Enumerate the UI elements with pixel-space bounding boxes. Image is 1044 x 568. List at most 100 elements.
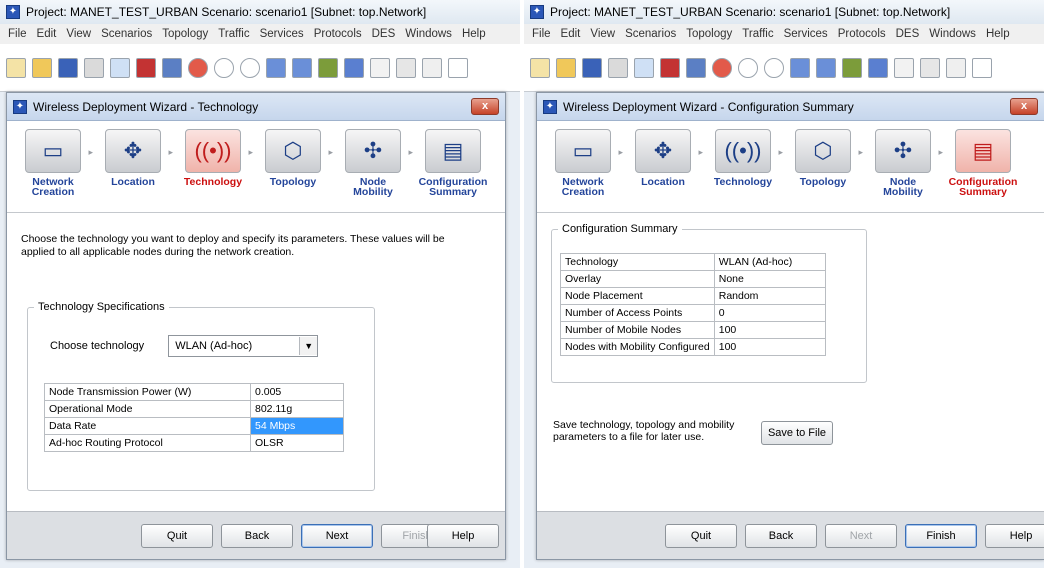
menu-view[interactable]: View	[585, 28, 620, 40]
step-location[interactable]: ✥ ▸ Location	[93, 129, 173, 212]
close-button[interactable]: x	[471, 98, 499, 115]
zoom-in-icon[interactable]	[738, 57, 758, 78]
print-icon[interactable]	[608, 57, 628, 78]
print-icon[interactable]	[84, 57, 104, 78]
menu-des[interactable]: DES	[891, 28, 925, 40]
node-palette-icon[interactable]	[110, 57, 130, 78]
results-icon[interactable]	[686, 57, 706, 78]
chart-icon[interactable]	[946, 57, 966, 78]
zoom-out-icon[interactable]	[764, 57, 784, 78]
node-palette-icon[interactable]	[634, 57, 654, 78]
menu-edit[interactable]: Edit	[556, 28, 586, 40]
pause-icon[interactable]	[972, 57, 992, 78]
chart-icon[interactable]	[422, 57, 442, 78]
step-configuration-summary[interactable]: ▤ Configuration Summary	[943, 129, 1023, 212]
menu-file[interactable]: File	[527, 28, 556, 40]
run-simulation-icon[interactable]	[842, 57, 862, 78]
report-icon[interactable]	[920, 57, 940, 78]
step-node-mobility[interactable]: ✣ ▸ Node Mobility	[333, 129, 413, 212]
fail-node-icon[interactable]	[712, 57, 732, 78]
step-topology[interactable]: ⬡ ▸ Topology	[783, 129, 863, 212]
configure-icon[interactable]	[660, 57, 680, 78]
configure-icon[interactable]	[136, 57, 156, 78]
table-row[interactable]: Ad-hoc Routing Protocol OLSR	[44, 434, 344, 452]
back-button[interactable]: Back	[221, 524, 293, 548]
vne-icon[interactable]	[816, 57, 836, 78]
menu-services[interactable]: Services	[255, 28, 309, 40]
folder-icon[interactable]	[556, 57, 576, 78]
menu-topology[interactable]: Topology	[157, 28, 213, 40]
param-value[interactable]: OLSR	[250, 434, 344, 452]
choose-technology-label: Choose technology	[50, 340, 145, 352]
step-technology[interactable]: ((•)) ▸ Technology	[173, 129, 253, 212]
back-button[interactable]: Back	[745, 524, 817, 548]
open-icon[interactable]	[530, 57, 550, 78]
step-topology[interactable]: ⬡ ▸ Topology	[253, 129, 333, 212]
step-label-line2: Creation	[561, 186, 605, 198]
save-icon[interactable]	[582, 57, 602, 78]
save-to-file-button[interactable]: Save to File	[761, 421, 833, 445]
menu-view[interactable]: View	[61, 28, 96, 40]
menu-file[interactable]: File	[3, 28, 32, 40]
step-network-creation[interactable]: ▭ ▸ Network Creation	[543, 129, 623, 212]
menu-protocols[interactable]: Protocols	[309, 28, 367, 40]
param-value-selected[interactable]: 54 Mbps	[250, 417, 344, 435]
menu-help[interactable]: Help	[981, 28, 1015, 40]
step-technology[interactable]: ((•)) ▸ Technology	[703, 129, 783, 212]
folder-icon[interactable]	[32, 57, 52, 78]
param-value[interactable]: 0.005	[250, 383, 344, 401]
fail-node-icon[interactable]	[188, 57, 208, 78]
wand-icon[interactable]	[894, 57, 914, 78]
technology-select[interactable]: WLAN (Ad-hoc) ▼	[168, 335, 319, 357]
next-button[interactable]: Next	[825, 524, 897, 548]
summary-value: 100	[713, 338, 827, 356]
wizard-steps: ▭ ▸ Network Creation ✥ ▸ Location ((•)) ▸ Te…	[537, 121, 1044, 213]
results-icon[interactable]	[162, 57, 182, 78]
run-simulation-icon[interactable]	[318, 57, 338, 78]
menu-topology[interactable]: Topology	[681, 28, 737, 40]
table-row[interactable]: Node Transmission Power (W) 0.005	[44, 383, 344, 401]
next-button[interactable]: Next	[301, 524, 373, 548]
menu-des[interactable]: DES	[367, 28, 401, 40]
menu-windows[interactable]: Windows	[400, 28, 457, 40]
zoom-in-icon[interactable]	[214, 57, 234, 78]
menu-help[interactable]: Help	[457, 28, 491, 40]
menu-scenarios[interactable]: Scenarios	[620, 28, 681, 40]
table-row[interactable]: Operational Mode 802.11g	[44, 400, 344, 418]
step-label-line2: Summary	[429, 186, 477, 198]
summary-wizard-dialog: ✦ Wireless Deployment Wizard - Configura…	[536, 92, 1044, 560]
quit-button[interactable]: Quit	[141, 524, 213, 548]
step-label: Location	[111, 176, 155, 188]
open-icon[interactable]	[6, 57, 26, 78]
ace-icon[interactable]	[790, 57, 810, 78]
quit-button[interactable]: Quit	[665, 524, 737, 548]
save-icon[interactable]	[58, 57, 78, 78]
report-icon[interactable]	[396, 57, 416, 78]
step-configuration-summary[interactable]: ▤ Configuration Summary	[413, 129, 493, 212]
menu-edit[interactable]: Edit	[32, 28, 62, 40]
zoom-out-icon[interactable]	[240, 57, 260, 78]
menu-protocols[interactable]: Protocols	[833, 28, 891, 40]
finish-button[interactable]: Finish	[905, 524, 977, 548]
help-button[interactable]: Help	[985, 524, 1044, 548]
wizard-button-bar: Quit Back Next Finish Help	[537, 511, 1044, 559]
step-node-mobility[interactable]: ✣ ▸ Node Mobility	[863, 129, 943, 212]
help-button[interactable]: Help	[427, 524, 499, 548]
triangle-icon[interactable]	[344, 57, 364, 78]
vne-icon[interactable]	[292, 57, 312, 78]
menu-services[interactable]: Services	[779, 28, 833, 40]
param-value[interactable]: 802.11g	[250, 400, 344, 418]
chevron-down-icon[interactable]: ▼	[299, 337, 318, 355]
step-network-creation[interactable]: ▭ ▸ Network Creation	[13, 129, 93, 212]
triangle-icon[interactable]	[868, 57, 888, 78]
step-location[interactable]: ✥ ▸ Location	[623, 129, 703, 212]
ace-icon[interactable]	[266, 57, 286, 78]
close-button[interactable]: x	[1010, 98, 1038, 115]
wand-icon[interactable]	[370, 57, 390, 78]
menu-traffic[interactable]: Traffic	[737, 28, 778, 40]
table-row[interactable]: Data Rate 54 Mbps	[44, 417, 344, 435]
pause-icon[interactable]	[448, 57, 468, 78]
menu-traffic[interactable]: Traffic	[213, 28, 254, 40]
menu-scenarios[interactable]: Scenarios	[96, 28, 157, 40]
menu-windows[interactable]: Windows	[924, 28, 981, 40]
